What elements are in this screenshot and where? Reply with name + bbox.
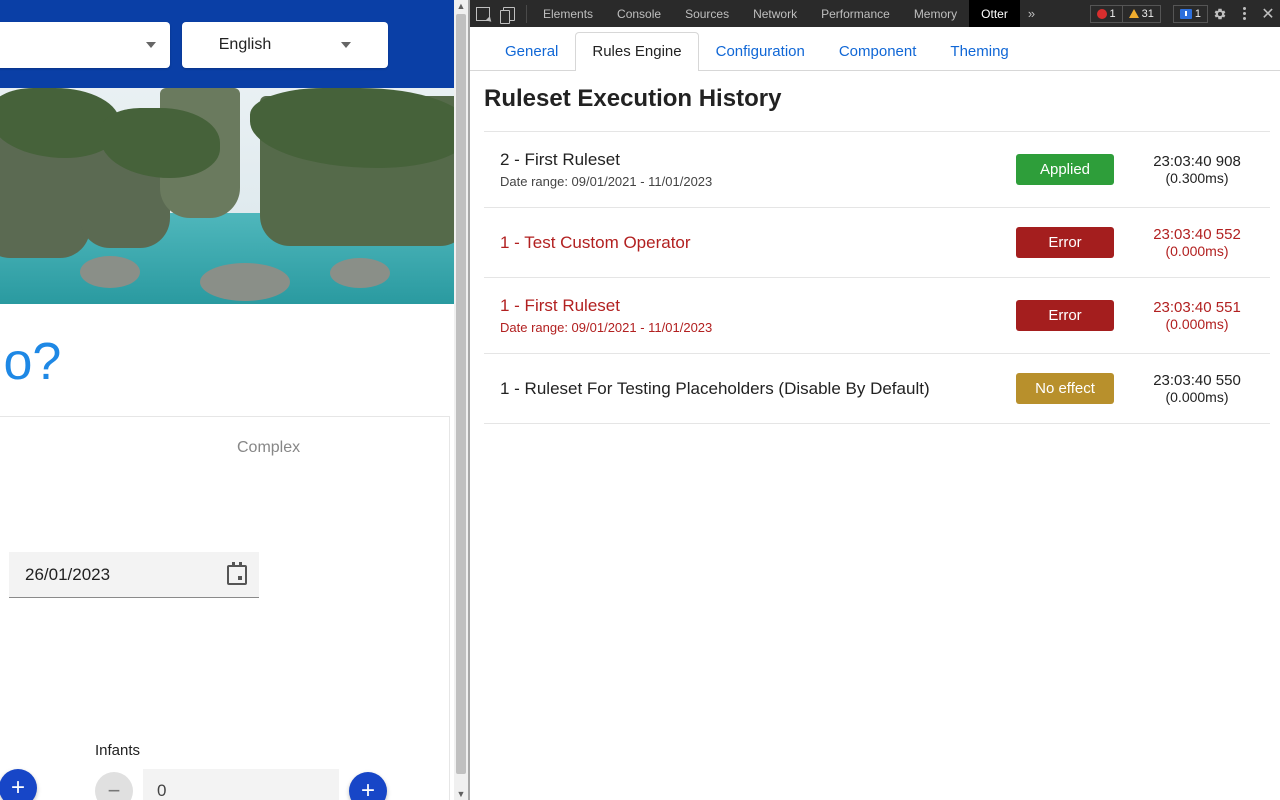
rule-main: 1 - Test Custom Operator: [500, 233, 998, 253]
page-headline: ant to go?: [0, 304, 468, 416]
device-icon: [503, 7, 515, 21]
scroll-down-icon[interactable]: ▼: [456, 788, 466, 800]
plus-button[interactable]: +: [0, 769, 37, 800]
inspect-icon: [476, 7, 490, 21]
plus-button[interactable]: +: [349, 772, 387, 800]
scrollbar-track[interactable]: ▲ ▼: [454, 0, 468, 800]
error-icon: [1097, 9, 1107, 19]
infants-count[interactable]: 0: [143, 769, 339, 800]
devtools-tab-sources[interactable]: Sources: [673, 0, 741, 27]
devtools-tab-memory[interactable]: Memory: [902, 0, 969, 27]
scroll-up-icon[interactable]: ▲: [456, 0, 466, 12]
scrollbar-thumb[interactable]: [456, 14, 466, 774]
settings-button[interactable]: [1208, 7, 1232, 21]
devtools-tab-network[interactable]: Network: [741, 0, 809, 27]
rule-row[interactable]: 1 - Test Custom Operator Error 23:03:40 55…: [484, 207, 1270, 277]
devtools-toolbar: Elements Console Sources Network Perform…: [470, 0, 1280, 27]
rule-timestamp: 23:03:40 552(0.000ms): [1132, 226, 1262, 259]
status-badge: Error: [1016, 300, 1114, 331]
status-badge: No effect: [1016, 373, 1114, 404]
rule-row[interactable]: 1 - First Ruleset Date range: 09/01/2021 …: [484, 277, 1270, 353]
rule-subtitle: Date range: 09/01/2021 - 11/01/2023: [500, 174, 998, 189]
rule-timestamp: 23:03:40 550(0.000ms): [1132, 372, 1262, 405]
devtools-tab-elements[interactable]: Elements: [531, 0, 605, 27]
language-label: English: [219, 36, 271, 54]
otter-tabs: General Rules Engine Configuration Compo…: [470, 27, 1280, 71]
more-menu-button[interactable]: [1232, 7, 1256, 20]
rule-title: 1 - Test Custom Operator: [500, 233, 998, 253]
tab-general[interactable]: General: [488, 32, 575, 71]
devtools-tab-performance[interactable]: Performance: [809, 0, 902, 27]
info-icon: [1180, 9, 1192, 19]
minus-button[interactable]: −: [95, 772, 133, 800]
rule-main: 1 - Ruleset For Testing Placeholders (Di…: [500, 379, 998, 399]
tab-complex[interactable]: Complex: [237, 439, 300, 457]
rules-engine-body: Ruleset Execution History 2 - First Rule…: [470, 71, 1280, 800]
rule-title: 1 - First Ruleset: [500, 296, 998, 316]
chevron-down-icon: [146, 42, 156, 48]
error-count-badge[interactable]: 1: [1090, 5, 1122, 23]
calendar-icon[interactable]: [227, 565, 247, 585]
rule-timestamp: 23:03:40 551(0.000ms): [1132, 299, 1262, 332]
selector-chip-left[interactable]: x: [0, 22, 170, 68]
hero-image: [0, 88, 468, 304]
infants-stepper: − 0 +: [95, 769, 387, 800]
status-badge: Error: [1016, 227, 1114, 258]
device-toggle-button[interactable]: [496, 0, 522, 27]
error-badges[interactable]: 1 31: [1090, 5, 1161, 23]
rule-main: 1 - First Ruleset Date range: 09/01/2021 …: [500, 296, 998, 335]
devtools-tab-console[interactable]: Console: [605, 0, 673, 27]
prev-stepper-plus-fragment: +: [0, 769, 37, 800]
panel-title: Ruleset Execution History: [484, 85, 1270, 113]
tab-rules-engine[interactable]: Rules Engine: [575, 32, 698, 71]
chevron-down-icon: [341, 42, 351, 48]
app-viewport: ome ue x English ant to go? Complex 26/0…: [0, 0, 468, 800]
rule-title: 2 - First Ruleset: [500, 150, 998, 170]
info-count-badge[interactable]: 1: [1173, 5, 1208, 23]
tab-configuration[interactable]: Configuration: [699, 32, 822, 71]
rule-main: 2 - First Ruleset Date range: 09/01/2021 …: [500, 150, 998, 189]
rule-subtitle: Date range: 09/01/2021 - 11/01/2023: [500, 320, 998, 335]
status-badge: Applied: [1016, 154, 1114, 185]
infants-label: Infants: [95, 742, 140, 759]
tabs-overflow-button[interactable]: »: [1020, 6, 1043, 21]
rule-row[interactable]: 2 - First Ruleset Date range: 09/01/2021 …: [484, 131, 1270, 207]
app-header: ome ue x English: [0, 0, 468, 88]
gear-icon: [1213, 7, 1227, 21]
date-input[interactable]: 26/01/2023: [9, 552, 259, 598]
language-selector[interactable]: English: [182, 22, 388, 68]
warning-icon: [1129, 9, 1139, 18]
tab-theming[interactable]: Theming: [933, 32, 1025, 71]
tab-component[interactable]: Component: [822, 32, 934, 71]
close-devtools-button[interactable]: ✕: [1256, 4, 1280, 24]
rule-title: 1 - Ruleset For Testing Placeholders (Di…: [500, 379, 998, 399]
rule-row[interactable]: 1 - Ruleset For Testing Placeholders (Di…: [484, 353, 1270, 424]
rule-timestamp: 23:03:40 908(0.300ms): [1132, 153, 1262, 186]
date-value: 26/01/2023: [25, 565, 110, 585]
warning-count-badge[interactable]: 31: [1122, 5, 1161, 23]
inspect-button[interactable]: [470, 0, 496, 27]
devtools-tab-otter[interactable]: Otter: [969, 0, 1020, 27]
devtools-panel: Elements Console Sources Network Perform…: [468, 0, 1280, 800]
search-card: Complex 26/01/2023 Infants + − 0 +: [0, 416, 450, 800]
